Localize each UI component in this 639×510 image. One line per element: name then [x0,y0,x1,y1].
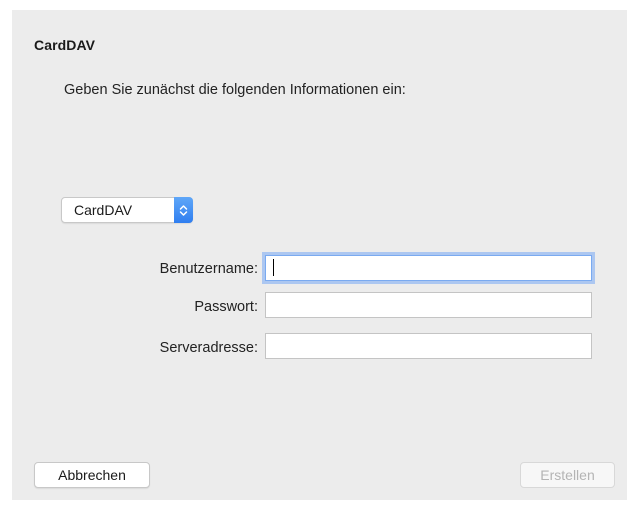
up-down-chevron-icon [174,197,193,223]
create-button[interactable]: Erstellen [520,462,615,488]
username-label: Benutzername: [159,261,258,277]
server-address-field[interactable] [265,333,592,359]
password-field[interactable] [265,292,592,318]
username-field[interactable] [265,255,592,281]
password-label: Passwort: [194,299,258,315]
text-caret [273,259,274,276]
dialog-subtitle: Geben Sie zunächst die folgenden Informa… [64,82,406,98]
dialog-title: CardDAV [34,37,96,53]
cancel-button[interactable]: Abbrechen [34,462,150,488]
account-type-popup[interactable]: CardDAV [61,197,193,223]
server-address-label: Serveradresse: [159,340,258,356]
account-type-selected-label: CardDAV [74,202,133,218]
carddav-setup-dialog: CardDAV Geben Sie zunächst die folgenden… [12,10,627,500]
